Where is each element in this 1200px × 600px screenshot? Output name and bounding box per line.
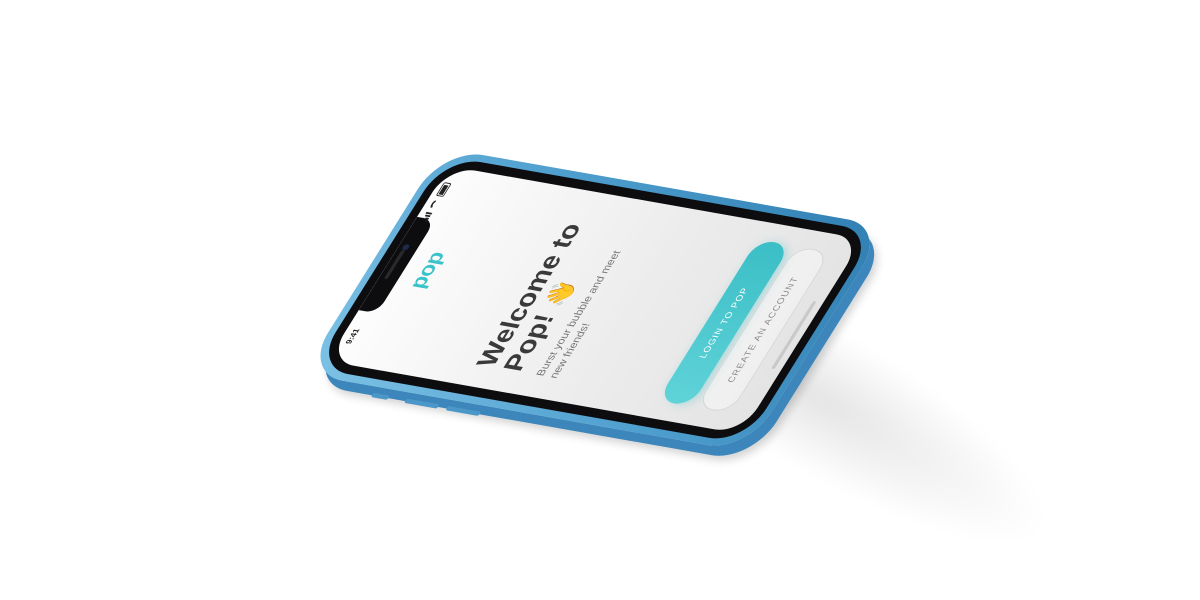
battery-icon [435,182,452,197]
signal-icon [421,211,433,223]
welcome-section: Welcome to Pop! 👋 Burst your bubble and … [471,206,658,380]
wifi-icon [427,198,442,211]
mockup-scene: 9:41 pop Welcome to Pop! 👋 Burst your bu… [0,0,1200,600]
volume-down-button [445,405,482,416]
camera-icon [401,243,411,251]
status-time: 9:41 [343,327,362,345]
speaker-grille [383,249,406,280]
silent-switch [370,392,390,400]
volume-up-button [403,398,440,409]
status-icons [420,182,452,223]
app-logo: pop [404,250,450,291]
